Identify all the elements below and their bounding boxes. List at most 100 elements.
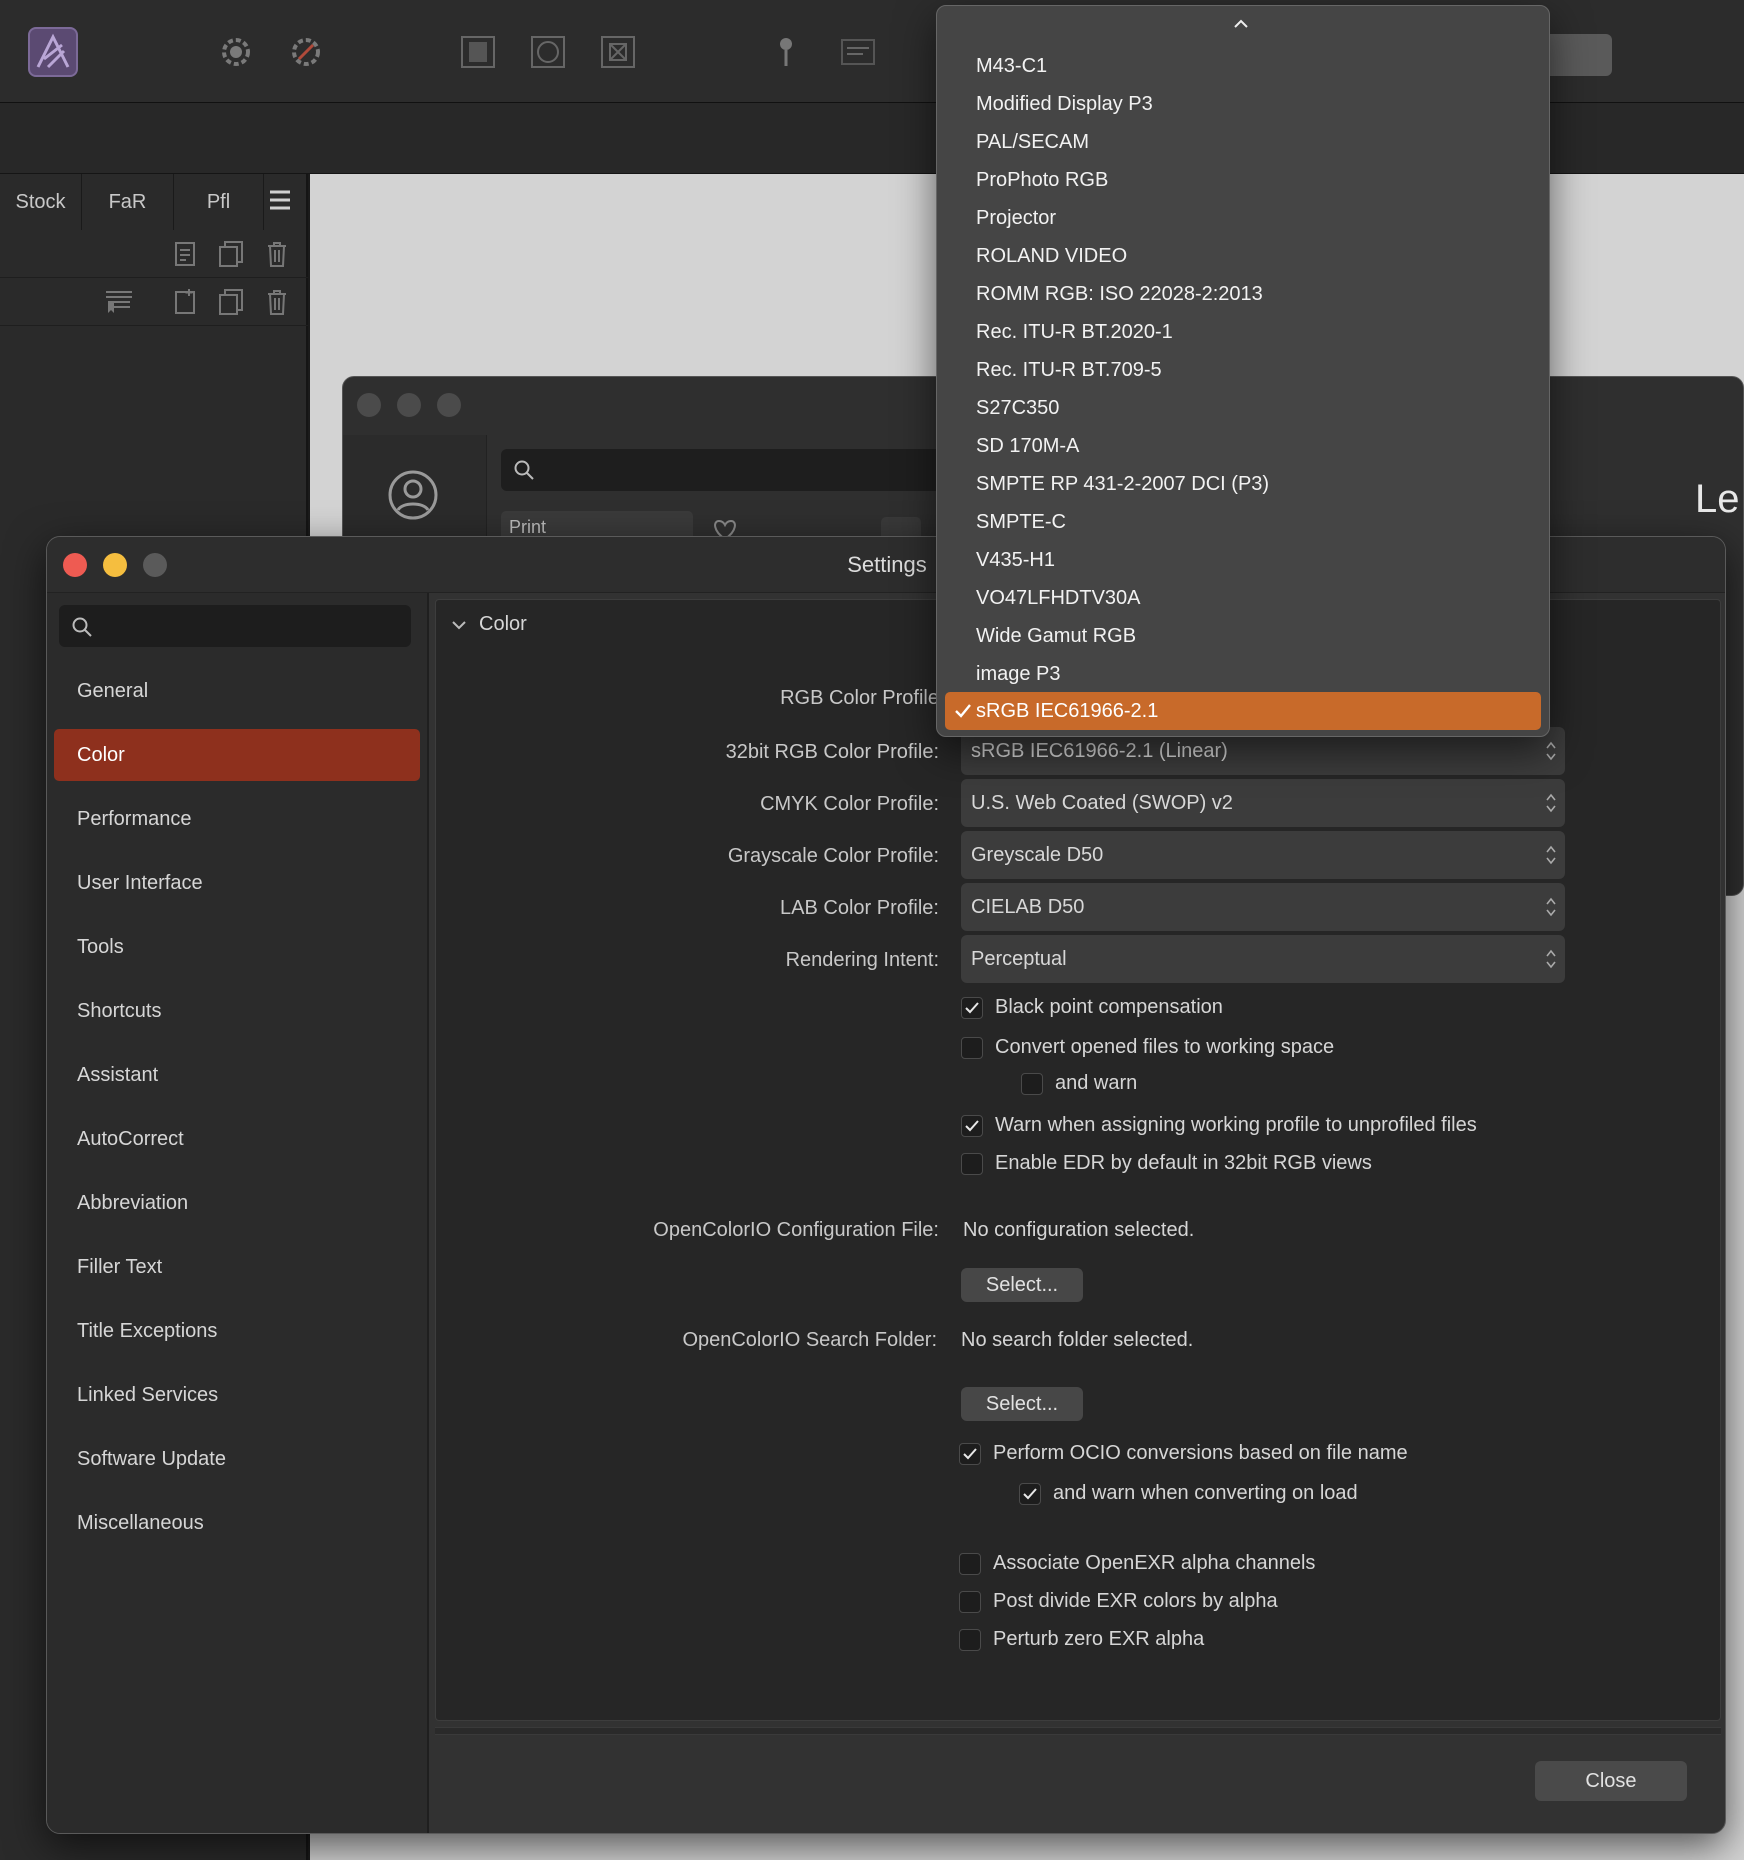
menu-item[interactable]: PAL/SECAM: [945, 123, 1541, 161]
sidebar-item-abbreviation[interactable]: Abbreviation: [54, 1177, 420, 1229]
settings-sidebar: General Color Performance User Interface…: [47, 593, 429, 1833]
search-icon: [71, 616, 93, 638]
close-button[interactable]: Close: [1535, 1761, 1687, 1801]
sidebar-item-autocorrect[interactable]: AutoCorrect: [54, 1113, 420, 1165]
menu-item[interactable]: Rec. ITU-R BT.2020-1: [945, 313, 1541, 351]
enable-edr-checkbox[interactable]: Enable EDR by default in 32bit RGB views: [961, 1152, 1372, 1175]
updown-arrows-icon: [1545, 895, 1557, 919]
sidebar-item-assistant[interactable]: Assistant: [54, 1049, 420, 1101]
settings-search-input[interactable]: [59, 605, 411, 647]
sidebar-item-general[interactable]: General: [54, 665, 420, 717]
sidebar-item-performance[interactable]: Performance: [54, 793, 420, 845]
chevron-down-icon: [451, 619, 467, 631]
minimize-icon[interactable]: [397, 393, 421, 417]
sidebar-item-color[interactable]: Color: [54, 729, 420, 781]
sidebar-item-user-interface[interactable]: User Interface: [54, 857, 420, 909]
persona-gear-icon[interactable]: [214, 30, 258, 74]
close-icon[interactable]: [357, 393, 381, 417]
cmyk-profile-value: U.S. Web Coated (SWOP) v2: [971, 792, 1233, 814]
warn-converting-checkbox[interactable]: and warn when converting on load: [1019, 1482, 1358, 1505]
cmyk-profile-label: CMYK Color Profile:: [760, 793, 939, 815]
duplicate-icon[interactable]: [216, 239, 246, 269]
grayscale-profile-label: Grayscale Color Profile:: [727, 845, 939, 867]
menu-item[interactable]: Projector: [945, 199, 1541, 237]
menu-item[interactable]: SMPTE RP 431-2-2007 DCI (P3): [945, 465, 1541, 503]
menu-item[interactable]: S27C350: [945, 389, 1541, 427]
sidebar-item-linked-services[interactable]: Linked Services: [54, 1369, 420, 1421]
user-icon[interactable]: [387, 469, 439, 521]
pin-icon[interactable]: [764, 30, 808, 74]
app-logo-icon: [28, 27, 78, 77]
checkbox-unchecked-icon: [959, 1590, 981, 1613]
panel-menu-icon[interactable]: [268, 188, 292, 212]
checkbox-unchecked-icon: [961, 1036, 983, 1059]
menu-item[interactable]: ROMM RGB: ISO 22028-2:2013: [945, 275, 1541, 313]
circle-frame-icon[interactable]: [526, 30, 570, 74]
sidebar-item-miscellaneous[interactable]: Miscellaneous: [54, 1497, 420, 1549]
tab-stock[interactable]: Stock: [0, 174, 82, 230]
menu-item[interactable]: ROLAND VIDEO: [945, 237, 1541, 275]
perform-ocio-checkbox[interactable]: Perform OCIO conversions based on file n…: [959, 1442, 1408, 1465]
sidebar-item-filler-text[interactable]: Filler Text: [54, 1241, 420, 1293]
menu-item[interactable]: ProPhoto RGB: [945, 161, 1541, 199]
rendering-intent-select[interactable]: Perceptual: [961, 935, 1565, 983]
persona-develop-icon[interactable]: [284, 30, 328, 74]
checkbox-label: Post divide EXR colors by alpha: [993, 1590, 1278, 1612]
grayscale-profile-value: Greyscale D50: [971, 844, 1104, 866]
menu-item[interactable]: V435-H1: [945, 541, 1541, 579]
text-frame-icon[interactable]: [836, 30, 880, 74]
menu-item[interactable]: M43-C1: [945, 47, 1541, 85]
perturb-zero-checkbox[interactable]: Perturb zero EXR alpha: [959, 1628, 1204, 1651]
menu-item-label: sRGB IEC61966-2.1: [976, 700, 1159, 722]
checkbox-label: Enable EDR by default in 32bit RGB views: [995, 1152, 1372, 1174]
lab-profile-select[interactable]: CIELAB D50: [961, 883, 1565, 931]
checkbox-checked-icon: [961, 996, 983, 1019]
trash-icon[interactable]: [262, 287, 292, 317]
sidebar-item-software-update[interactable]: Software Update: [54, 1433, 420, 1485]
menu-item[interactable]: Wide Gamut RGB: [945, 617, 1541, 655]
tab-far[interactable]: FaR: [82, 174, 174, 230]
trash-icon[interactable]: [262, 239, 292, 269]
select-config-button[interactable]: Select...: [961, 1268, 1083, 1302]
zoom-icon[interactable]: [437, 393, 461, 417]
checkbox-checked-icon: [1019, 1482, 1041, 1505]
checkbox-unchecked-icon: [959, 1552, 981, 1575]
tab-pfl[interactable]: Pfl: [174, 174, 264, 230]
menu-item-selected[interactable]: sRGB IEC61966-2.1: [945, 692, 1541, 730]
ocio-config-value: No configuration selected.: [963, 1219, 1195, 1241]
scroll-up-chevron-icon[interactable]: [1232, 18, 1250, 30]
menu-item[interactable]: image P3: [945, 655, 1541, 693]
checkbox-unchecked-icon: [1021, 1072, 1043, 1095]
rgb32-profile-value: sRGB IEC61966-2.1 (Linear): [971, 740, 1228, 762]
rendering-intent-value: Perceptual: [971, 948, 1067, 970]
copy-page-icon[interactable]: [216, 287, 246, 317]
bookmark-icon[interactable]: [104, 287, 134, 317]
updown-arrows-icon: [1545, 739, 1557, 763]
menu-item[interactable]: SMPTE-C: [945, 503, 1541, 541]
checkbox-label: and warn: [1055, 1072, 1138, 1094]
toolbar-field[interactable]: [1540, 34, 1612, 76]
checkbox-label: Associate OpenEXR alpha channels: [993, 1552, 1316, 1574]
menu-item[interactable]: Rec. ITU-R BT.709-5: [945, 351, 1541, 389]
cmyk-profile-select[interactable]: U.S. Web Coated (SWOP) v2: [961, 779, 1565, 827]
sidebar-item-tools[interactable]: Tools: [54, 921, 420, 973]
section-header-color[interactable]: Color: [451, 613, 527, 636]
menu-item[interactable]: Modified Display P3: [945, 85, 1541, 123]
sidebar-item-shortcuts[interactable]: Shortcuts: [54, 985, 420, 1037]
new-page-icon[interactable]: [170, 287, 200, 317]
menu-item[interactable]: SD 170M-A: [945, 427, 1541, 465]
post-divide-checkbox[interactable]: Post divide EXR colors by alpha: [959, 1590, 1278, 1613]
checkbox-label: Perturb zero EXR alpha: [993, 1628, 1205, 1650]
convert-opened-checkbox[interactable]: Convert opened files to working space: [961, 1036, 1334, 1059]
menu-item[interactable]: VO47LFHDTV30A: [945, 579, 1541, 617]
black-point-checkbox[interactable]: Black point compensation: [961, 996, 1223, 1019]
cross-frame-icon[interactable]: [596, 30, 640, 74]
document-icon[interactable]: [456, 30, 500, 74]
select-folder-button[interactable]: Select...: [961, 1387, 1083, 1421]
associate-exr-checkbox[interactable]: Associate OpenEXR alpha channels: [959, 1552, 1315, 1575]
and-warn-checkbox[interactable]: and warn: [1021, 1072, 1137, 1095]
grayscale-profile-select[interactable]: Greyscale D50: [961, 831, 1565, 879]
warn-assigning-checkbox[interactable]: Warn when assigning working profile to u…: [961, 1114, 1477, 1137]
sidebar-item-title-exceptions[interactable]: Title Exceptions: [54, 1305, 420, 1357]
add-page-icon[interactable]: [170, 239, 200, 269]
